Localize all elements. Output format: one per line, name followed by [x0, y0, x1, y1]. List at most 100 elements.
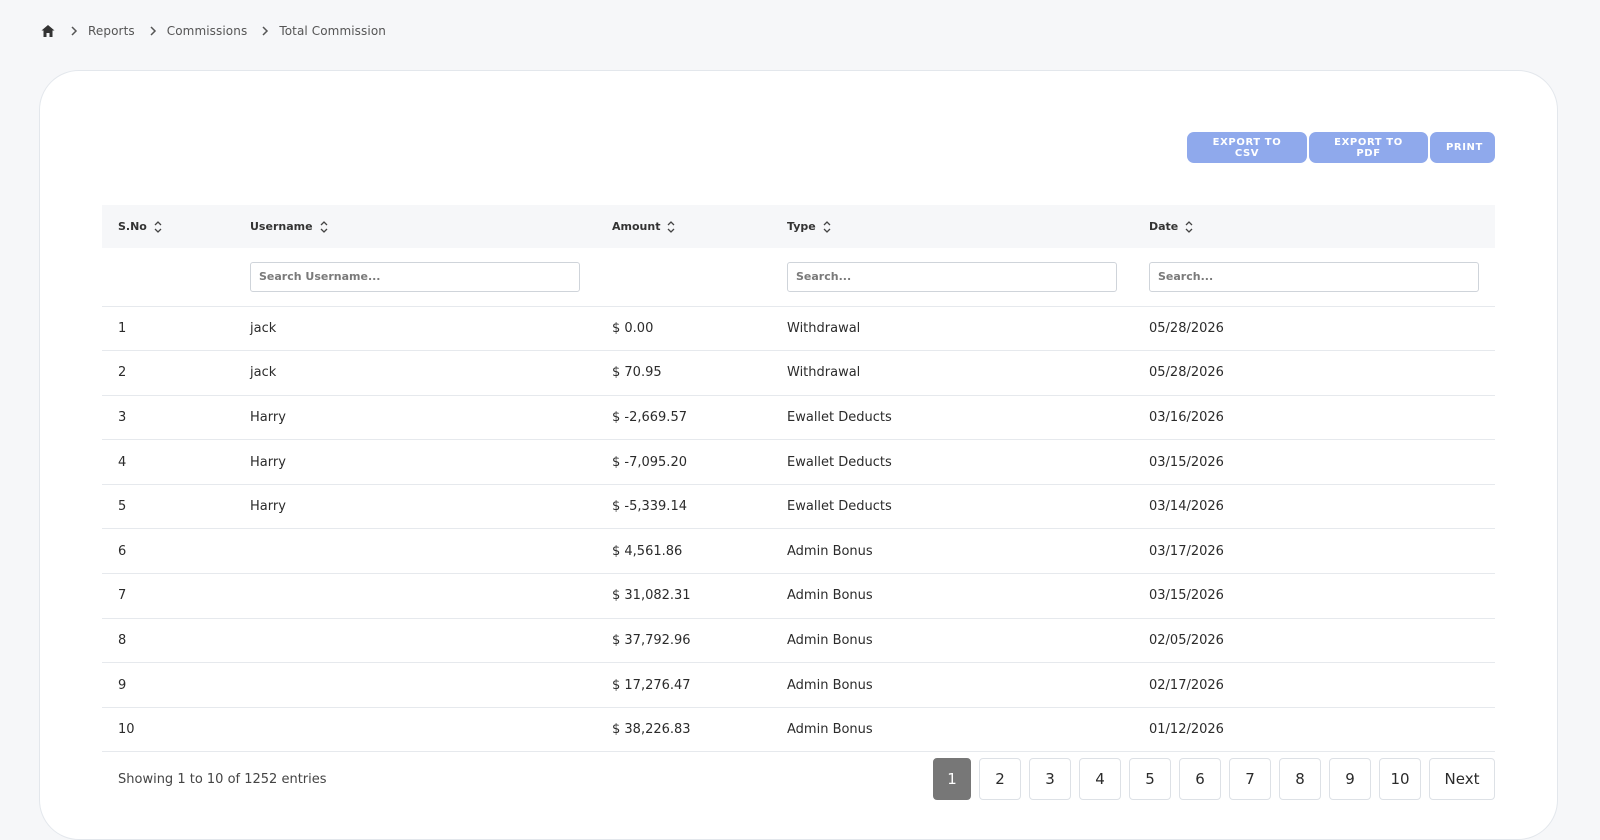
type-cell: Admin Bonus — [771, 528, 1133, 575]
sort-icon[interactable] — [666, 220, 676, 234]
column-header-type[interactable]: Type — [771, 205, 1133, 248]
amount-cell: $ -7,095.20 — [596, 439, 771, 485]
sort-icon[interactable] — [822, 220, 832, 234]
page-button-9[interactable]: 9 — [1329, 758, 1371, 800]
breadcrumb-item-reports[interactable]: Reports — [88, 24, 135, 38]
table-row: 9 $ 17,276.47 Admin Bonus 02/17/2026 — [102, 662, 1495, 708]
username-cell — [234, 528, 596, 575]
username-cell — [234, 618, 596, 664]
amount-cell: $ 0.00 — [596, 306, 771, 352]
sno-cell: 10 — [102, 707, 234, 753]
username-cell — [234, 573, 596, 619]
date-cell: 03/15/2026 — [1133, 573, 1495, 619]
amount-cell: $ 4,561.86 — [596, 528, 771, 575]
table-row: 4 Harry $ -7,095.20 Ewallet Deducts 03/1… — [102, 439, 1495, 485]
page-button-10[interactable]: 10 — [1379, 758, 1421, 800]
date-cell: 03/14/2026 — [1133, 484, 1495, 530]
username-cell — [234, 662, 596, 708]
date-cell: 02/05/2026 — [1133, 618, 1495, 664]
amount-cell: $ 17,276.47 — [596, 662, 771, 708]
date-search-input[interactable] — [1149, 261, 1479, 292]
entries-info: Showing 1 to 10 of 1252 entries — [118, 771, 327, 787]
chevron-right-icon — [146, 24, 160, 38]
table-row: 3 Harry $ -2,669.57 Ewallet Deducts 03/1… — [102, 395, 1495, 441]
sno-cell: 3 — [102, 395, 234, 441]
sort-icon[interactable] — [153, 220, 163, 234]
page-button-7[interactable]: 7 — [1229, 758, 1271, 800]
export-pdf-button[interactable]: EXPORT TO PDF — [1309, 132, 1428, 163]
column-header-amount[interactable]: Amount — [596, 205, 771, 248]
type-cell: Admin Bonus — [771, 662, 1133, 708]
page-button-3[interactable]: 3 — [1029, 758, 1071, 800]
username-cell — [234, 707, 596, 753]
table-row: 7 $ 31,082.31 Admin Bonus 03/15/2026 — [102, 573, 1495, 619]
page-button-2[interactable]: 2 — [979, 758, 1021, 800]
home-icon[interactable] — [40, 23, 56, 39]
export-csv-button[interactable]: EXPORT TO CSV — [1187, 132, 1307, 163]
breadcrumb-item-total-commission: Total Commission — [279, 24, 386, 38]
page-button-6[interactable]: 6 — [1179, 758, 1221, 800]
type-cell: Admin Bonus — [771, 573, 1133, 619]
print-button[interactable]: PRINT — [1430, 132, 1495, 163]
sno-cell: 4 — [102, 439, 234, 485]
type-cell: Ewallet Deducts — [771, 484, 1133, 530]
sno-cell: 5 — [102, 484, 234, 530]
page-button-1[interactable]: 1 — [933, 758, 971, 800]
amount-cell: $ -2,669.57 — [596, 395, 771, 441]
username-cell: jack — [234, 306, 596, 352]
type-cell: Admin Bonus — [771, 707, 1133, 753]
column-header-username[interactable]: Username — [234, 205, 596, 248]
amount-cell: $ 38,226.83 — [596, 707, 771, 753]
sno-cell: 7 — [102, 573, 234, 619]
amount-cell: $ 31,082.31 — [596, 573, 771, 619]
breadcrumb: Reports Commissions Total Commission — [40, 23, 386, 39]
date-cell: 03/17/2026 — [1133, 528, 1495, 575]
sno-cell: 1 — [102, 306, 234, 352]
table-row: 1 jack $ 0.00 Withdrawal 05/28/2026 — [102, 306, 1495, 352]
commission-table: S.No Username Amount Type Date 1 ja — [102, 205, 1495, 753]
chevron-right-icon — [258, 24, 272, 38]
sno-cell: 9 — [102, 662, 234, 708]
amount-cell: $ 37,792.96 — [596, 618, 771, 664]
export-toolbar: EXPORT TO CSV EXPORT TO PDF PRINT — [1187, 132, 1495, 163]
date-cell: 05/28/2026 — [1133, 350, 1495, 396]
page-button-8[interactable]: 8 — [1279, 758, 1321, 800]
type-cell: Admin Bonus — [771, 618, 1133, 664]
table-row: 8 $ 37,792.96 Admin Bonus 02/05/2026 — [102, 618, 1495, 664]
column-header-sno[interactable]: S.No — [102, 205, 234, 248]
username-cell: Harry — [234, 395, 596, 441]
type-cell: Ewallet Deducts — [771, 395, 1133, 441]
table-row: 5 Harry $ -5,339.14 Ewallet Deducts 03/1… — [102, 484, 1495, 530]
table-row: 10 $ 38,226.83 Admin Bonus 01/12/2026 — [102, 707, 1495, 753]
date-cell: 03/15/2026 — [1133, 439, 1495, 485]
breadcrumb-item-commissions[interactable]: Commissions — [167, 24, 248, 38]
sort-icon[interactable] — [1184, 220, 1194, 234]
type-search-input[interactable] — [787, 261, 1117, 292]
sno-cell: 2 — [102, 350, 234, 396]
column-header-date[interactable]: Date — [1133, 205, 1495, 248]
amount-cell: $ -5,339.14 — [596, 484, 771, 530]
sno-cell: 8 — [102, 618, 234, 664]
chevron-right-icon — [67, 24, 81, 38]
table-row: 6 $ 4,561.86 Admin Bonus 03/17/2026 — [102, 528, 1495, 575]
username-cell: Harry — [234, 439, 596, 485]
table-row: 2 jack $ 70.95 Withdrawal 05/28/2026 — [102, 350, 1495, 396]
page-button-4[interactable]: 4 — [1079, 758, 1121, 800]
username-cell: Harry — [234, 484, 596, 530]
date-cell: 01/12/2026 — [1133, 707, 1495, 753]
username-search-input[interactable] — [250, 261, 580, 292]
type-cell: Ewallet Deducts — [771, 439, 1133, 485]
table-header: S.No Username Amount Type Date — [102, 205, 1495, 248]
amount-cell: $ 70.95 — [596, 350, 771, 396]
next-page-button[interactable]: Next — [1429, 758, 1495, 800]
type-cell: Withdrawal — [771, 350, 1133, 396]
table-footer: Showing 1 to 10 of 1252 entries 1 2 3 4 … — [102, 757, 1495, 801]
date-cell: 03/16/2026 — [1133, 395, 1495, 441]
pagination: 1 2 3 4 5 6 7 8 9 10 Next — [933, 758, 1495, 800]
date-cell: 05/28/2026 — [1133, 306, 1495, 352]
page-button-5[interactable]: 5 — [1129, 758, 1171, 800]
date-cell: 02/17/2026 — [1133, 662, 1495, 708]
filter-row — [102, 248, 1495, 307]
sort-icon[interactable] — [319, 220, 329, 234]
username-cell: jack — [234, 350, 596, 396]
